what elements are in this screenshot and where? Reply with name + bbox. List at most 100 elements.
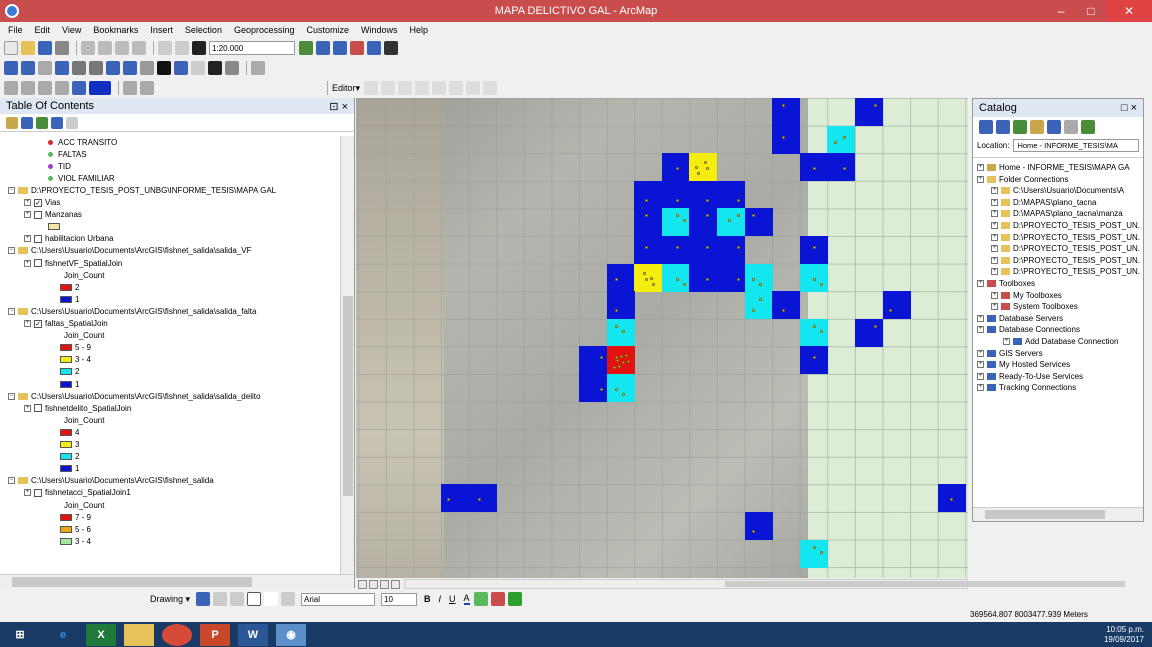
toc-row[interactable]: − C:\Users\Usuario\Documents\ArcGIS\fishn… [8, 390, 260, 402]
catalog-item[interactable]: + Database Servers [977, 313, 1063, 324]
pan-icon[interactable] [38, 61, 52, 75]
menu-bookmarks[interactable]: Bookmarks [93, 25, 138, 35]
fishnet-cell[interactable] [744, 208, 773, 237]
list-by-selection-icon[interactable] [51, 116, 63, 129]
catalog-item[interactable]: + D:\MAPAS\plano_tacna\manza [991, 208, 1123, 219]
page-setup-icon[interactable] [123, 81, 137, 95]
search-window-icon[interactable] [350, 41, 364, 55]
catalog-item[interactable]: + Database Connections [977, 324, 1080, 335]
windows-start-icon[interactable]: ⊞ [0, 624, 40, 646]
toc-row[interactable]: 4 [60, 426, 79, 438]
map-view[interactable] [356, 98, 968, 578]
toc-row[interactable]: 1 [60, 293, 79, 305]
fishnet-cell[interactable] [799, 263, 828, 292]
split-icon[interactable] [432, 81, 447, 95]
arcmap-taskbar-icon[interactable]: ◉ [276, 623, 306, 646]
toc-row[interactable]: − D:\PROYECTO_TESIS_POST_UNBG\INFORME_TES… [8, 184, 276, 196]
catalog-item[interactable]: + D:\PROYECTO_TESIS_POST_UN. [991, 255, 1140, 266]
toc-row[interactable]: + fishnetdelito_SpatialJoin [24, 402, 131, 414]
measure-icon[interactable] [191, 61, 205, 75]
georef-icon[interactable] [140, 81, 154, 95]
toc-horizontal-scrollbar[interactable] [0, 574, 354, 588]
layer-visibility-checkbox[interactable]: ✓ [34, 198, 42, 207]
fishnet-cell[interactable] [689, 208, 718, 237]
zoom-out-icon[interactable] [21, 61, 35, 75]
toc-pin-close[interactable]: ⊡ × [329, 100, 348, 113]
font-select[interactable]: Arial [301, 592, 376, 606]
views-icon[interactable] [1064, 120, 1078, 134]
expand-icon[interactable]: + [24, 199, 31, 206]
fishnet-cell[interactable] [689, 236, 718, 264]
toc-row[interactable]: 2 [60, 366, 79, 378]
fishnet-cell[interactable] [441, 484, 469, 513]
select-elements-icon[interactable] [157, 61, 171, 75]
toc-vertical-scrollbar[interactable] [340, 136, 354, 574]
expand-icon[interactable]: + [977, 175, 984, 183]
fishnet-cell[interactable] [661, 236, 690, 264]
expand-icon[interactable]: + [991, 198, 998, 206]
fishnet-cell[interactable] [855, 98, 883, 126]
layer-visibility-checkbox[interactable] [34, 234, 42, 243]
fishnet-cell[interactable] [606, 291, 635, 320]
open-icon[interactable] [21, 41, 35, 55]
close-button[interactable]: ✕ [1106, 0, 1152, 22]
refresh-button[interactable] [380, 579, 389, 589]
catalog-item[interactable]: + D:\PROYECTO_TESIS_POST_UN. [991, 243, 1140, 254]
fishnet-cell[interactable] [634, 208, 663, 237]
toc-row[interactable]: ACC TRANSITO [48, 136, 117, 148]
bold-button[interactable]: B [424, 594, 431, 604]
fishnet-cell[interactable] [744, 291, 773, 320]
catalog-item[interactable]: + My Toolboxes [991, 290, 1062, 301]
fishnet-cell[interactable] [772, 125, 801, 154]
internet-explorer-icon[interactable]: e [48, 624, 78, 646]
data-view-button[interactable] [358, 579, 367, 589]
toc-row[interactable]: + habilitacion Urbana [24, 233, 114, 245]
catalog-item[interactable]: + Ready-To-Use Services [977, 371, 1083, 382]
pause-drawing-button[interactable] [391, 579, 400, 589]
fishnet-cell[interactable] [772, 291, 801, 320]
toc-row[interactable]: 5 - 6 [60, 523, 91, 535]
catalog-item[interactable]: + Tracking Connections [977, 382, 1076, 393]
toc-row[interactable]: 2 [60, 451, 79, 463]
delete-icon[interactable] [132, 41, 146, 55]
options-icon[interactable] [66, 116, 78, 129]
sketch-tool-icon[interactable] [381, 81, 396, 95]
fishnet-cell[interactable] [799, 236, 828, 264]
italic-button[interactable]: I [439, 594, 442, 604]
cut-icon[interactable] [81, 41, 95, 55]
expand-icon[interactable]: + [991, 222, 998, 229]
zoom-in-icon[interactable] [4, 61, 18, 75]
fishnet-cell[interactable] [634, 236, 663, 264]
fishnet-cell[interactable] [717, 208, 745, 237]
collapse-icon[interactable]: − [8, 477, 15, 485]
toc-row[interactable]: − C:\Users\Usuario\Documents\ArcGIS\fishn… [8, 305, 256, 317]
fishnet-cell[interactable] [606, 263, 635, 292]
rotate-icon[interactable] [449, 81, 464, 95]
python-icon[interactable] [384, 41, 398, 55]
collapse-icon[interactable]: − [8, 186, 15, 194]
layer-visibility-checkbox[interactable] [34, 488, 42, 497]
toc-row[interactable]: − C:\Users\Usuario\Documents\ArcGIS\fishn… [8, 475, 214, 487]
new-icon[interactable] [4, 41, 18, 55]
drawing-menu[interactable]: Drawing ▾ [150, 594, 190, 605]
menu-view[interactable]: View [62, 25, 81, 35]
catalog-item[interactable]: + My Hosted Services [977, 359, 1070, 370]
color-ramp-icon[interactable] [89, 81, 111, 95]
toc-row[interactable]: Join_Count [64, 269, 104, 281]
fishnet-cell[interactable] [717, 236, 745, 264]
menu-file[interactable]: File [8, 25, 23, 35]
word-icon[interactable]: W [238, 623, 268, 646]
rectangle-icon[interactable] [247, 592, 262, 606]
fishnet-cell[interactable] [661, 208, 690, 237]
expand-icon[interactable]: + [977, 361, 984, 369]
font-color-button[interactable]: A [463, 593, 470, 605]
fishnet-cell[interactable] [799, 318, 828, 347]
menu-edit[interactable]: Edit [35, 25, 51, 35]
fishnet-cell[interactable] [579, 346, 607, 375]
curved-text-icon[interactable] [281, 592, 296, 606]
toc-row[interactable]: 3 [60, 439, 79, 451]
fishnet-cell[interactable] [661, 263, 690, 292]
layout-extent-icon[interactable] [55, 81, 69, 95]
full-extent-icon[interactable] [55, 61, 69, 75]
collapse-icon[interactable]: − [8, 247, 15, 255]
